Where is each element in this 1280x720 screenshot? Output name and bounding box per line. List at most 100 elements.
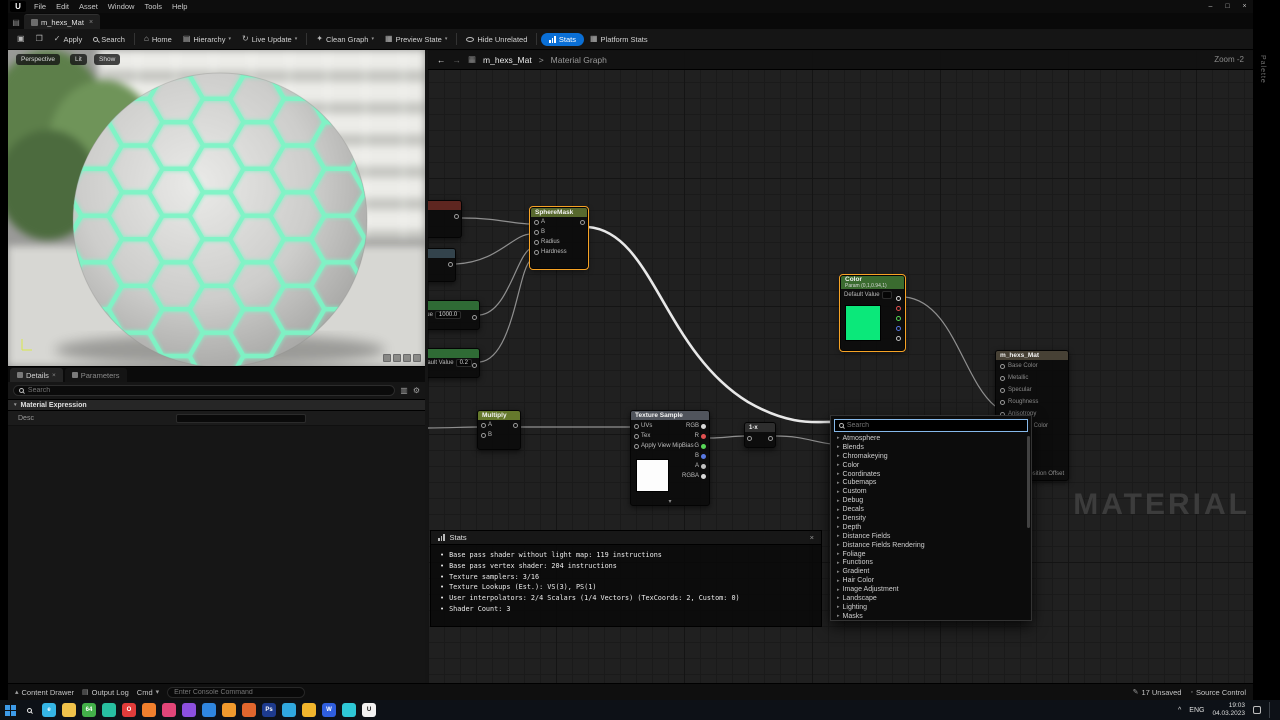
input-pin[interactable] — [534, 220, 539, 225]
taskbar-icon-telegram[interactable] — [282, 703, 296, 717]
close-button[interactable]: × — [1236, 0, 1253, 13]
close-icon[interactable]: × — [810, 533, 814, 542]
context-menu-item-color[interactable]: ▸Color — [831, 461, 1031, 470]
scrollbar-thumb[interactable] — [1027, 436, 1030, 528]
node-texture-sample[interactable]: Texture Sample UVsTexApply View MipBias … — [630, 410, 710, 506]
taskbar-icon-word[interactable]: W — [322, 703, 336, 717]
node-scalar-param-radius[interactable]: Value 1000.0 — [428, 300, 480, 330]
output-pin[interactable] — [472, 363, 477, 368]
minimize-button[interactable]: – — [1202, 0, 1219, 13]
menu-item-help[interactable]: Help — [167, 2, 192, 11]
tab-close-icon[interactable]: × — [52, 372, 56, 379]
browse-button[interactable]: ❐ — [31, 33, 48, 45]
dock-sidebar-icon[interactable]: ▤ — [8, 16, 24, 29]
context-menu-item-functions[interactable]: ▸Functions — [831, 558, 1031, 567]
context-menu-item-lighting[interactable]: ▸Lighting — [831, 603, 1031, 612]
back-arrow-icon[interactable]: ← — [437, 55, 446, 65]
taskbar-icon-vscode[interactable] — [202, 703, 216, 717]
breadcrumb-page[interactable]: Material Graph — [551, 55, 607, 65]
output-pin[interactable] — [580, 220, 585, 225]
default-value-box[interactable] — [882, 291, 892, 299]
input-pin[interactable] — [1000, 388, 1005, 393]
taskbar-icon-app-cyan[interactable] — [342, 703, 356, 717]
material-preview-viewport[interactable]: Perspective Lit Show — [8, 50, 425, 366]
clock[interactable]: 19:03 04.03.2023 — [1212, 702, 1245, 718]
taskbar-search-icon[interactable] — [22, 703, 36, 717]
node-color-param[interactable]: Color Param (0,1,0.94,1) Default Value — [840, 275, 905, 351]
input-pin[interactable] — [534, 230, 539, 235]
menu-item-edit[interactable]: Edit — [51, 2, 74, 11]
input-pin[interactable] — [534, 240, 539, 245]
output-pin[interactable] — [701, 454, 706, 459]
context-menu-item-blends[interactable]: ▸Blends — [831, 443, 1031, 452]
tray-caret[interactable]: ^ — [1178, 707, 1181, 714]
output-pin[interactable] — [448, 262, 453, 267]
output-pin[interactable] — [896, 306, 901, 311]
input-pin[interactable] — [1000, 364, 1005, 369]
param-value[interactable]: 0.2 — [456, 359, 472, 367]
maximize-viewport-icon[interactable] — [413, 354, 421, 362]
context-menu-item-depth[interactable]: ▸Depth — [831, 523, 1031, 532]
output-pin[interactable] — [454, 214, 459, 219]
taskbar-icon-opera[interactable]: O — [122, 703, 136, 717]
breadcrumb-asset[interactable]: m_hexs_Mat — [483, 55, 532, 65]
save-button[interactable]: ▣ — [12, 33, 30, 45]
output-pin[interactable] — [513, 423, 518, 428]
apply-button[interactable]: ✓Apply — [49, 33, 87, 46]
search-button[interactable]: Search — [88, 33, 130, 46]
input-pin[interactable] — [634, 444, 639, 449]
taskbar-icon-app-purple[interactable] — [182, 703, 196, 717]
taskbar-icon-app-pink[interactable] — [162, 703, 176, 717]
taskbar-icon-app-yellow[interactable] — [302, 703, 316, 717]
tab-parameters[interactable]: Parameters — [65, 368, 127, 382]
gear-icon[interactable]: ⚙ — [413, 386, 420, 395]
input-pin[interactable] — [747, 436, 752, 441]
start-button-icon[interactable] — [5, 705, 16, 716]
taskbar-icon-app-teal[interactable] — [102, 703, 116, 717]
tab-close-icon[interactable]: × — [89, 19, 93, 26]
taskbar-icon-app-64[interactable]: 64 — [82, 703, 96, 717]
node-sphere-mask[interactable]: SphereMask ABRadiusHardness — [530, 207, 588, 269]
output-pin[interactable] — [896, 296, 901, 301]
taskbar-icon-file-explorer[interactable] — [62, 703, 76, 717]
hide-unrelated-button[interactable]: Hide Unrelated — [461, 33, 532, 46]
node-multiply[interactable]: Multiply AB — [477, 410, 521, 450]
viewport-show-button[interactable]: Show — [94, 54, 120, 65]
console-command-box[interactable] — [167, 687, 305, 698]
menu-item-file[interactable]: File — [29, 2, 51, 11]
context-menu-item-debug[interactable]: ▸Debug — [831, 496, 1031, 505]
hierarchy-button[interactable]: ▤Hierarchy▾ — [178, 33, 236, 46]
output-pin[interactable] — [701, 464, 706, 469]
details-search-input[interactable] — [28, 387, 389, 394]
context-menu-item-hair-color[interactable]: ▸Hair Color — [831, 576, 1031, 585]
context-menu-item-distance-fields[interactable]: ▸Distance Fields — [831, 532, 1031, 541]
live-update-button[interactable]: ↻Live Update▾ — [237, 33, 302, 46]
input-pin[interactable] — [481, 423, 486, 428]
context-menu-item-cubemaps[interactable]: ▸Cubemaps — [831, 478, 1031, 487]
palette-tab[interactable]: Palette — [1259, 55, 1266, 84]
input-pin[interactable] — [634, 434, 639, 439]
context-menu-item-custom[interactable]: ▸Custom — [831, 487, 1031, 496]
maximize-button[interactable]: □ — [1219, 0, 1236, 13]
show-desktop-button[interactable] — [1269, 702, 1271, 718]
texture-thumbnail[interactable] — [636, 459, 669, 492]
context-menu-item-distance-fields-rendering[interactable]: ▸Distance Fields Rendering — [831, 541, 1031, 550]
platform-stats-button[interactable]: ▦Platform Stats — [585, 33, 653, 46]
viewport-perspective-button[interactable]: Perspective — [16, 54, 60, 65]
output-pin[interactable] — [472, 315, 477, 320]
input-pin[interactable] — [634, 424, 639, 429]
source-control-button[interactable]: ◦Source Control — [1190, 688, 1246, 697]
grid-view-icon[interactable]: ▥ — [400, 386, 408, 395]
output-pin[interactable] — [701, 424, 706, 429]
notification-icon[interactable] — [1253, 706, 1261, 714]
menu-item-asset[interactable]: Asset — [74, 2, 103, 11]
details-search-box[interactable] — [13, 385, 395, 396]
content-drawer-button[interactable]: ▴Content Drawer — [15, 688, 74, 697]
taskbar-icon-app-orange[interactable] — [142, 703, 156, 717]
unreal-logo-icon[interactable]: U — [10, 1, 26, 12]
desc-input[interactable] — [176, 414, 306, 423]
viewport-option-icon[interactable] — [383, 354, 391, 362]
stats-panel-header[interactable]: Stats × — [431, 531, 821, 545]
node-scalar-param-hardness[interactable]: Default Value 0.2 — [428, 348, 480, 378]
forward-arrow-icon[interactable]: → — [453, 55, 462, 65]
